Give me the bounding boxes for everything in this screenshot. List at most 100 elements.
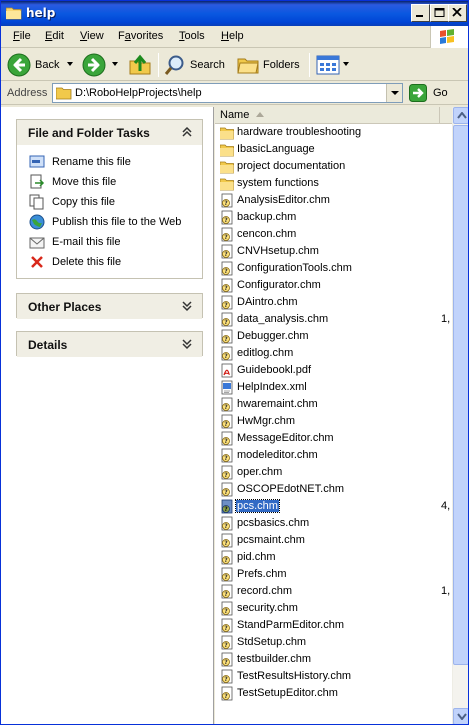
file-row[interactable]: ? TestSetupEditor.chm [215, 685, 452, 702]
svg-text:?: ? [224, 336, 228, 343]
task-rename[interactable]: Rename this file [17, 153, 202, 173]
file-row[interactable]: ? backup.chm [215, 209, 452, 226]
menu-edit[interactable]: Edit [45, 30, 64, 42]
svg-text:?: ? [224, 591, 228, 598]
details-panel: Details [16, 331, 203, 357]
svg-text:?: ? [224, 285, 228, 292]
file-row[interactable]: ? testbuilder.chm [215, 651, 452, 668]
scrollbar-thumb[interactable] [453, 125, 468, 665]
task-email[interactable]: E-mail this file [17, 233, 202, 253]
file-row[interactable]: ? security.chm [215, 600, 452, 617]
panel-title: Other Places [28, 300, 102, 314]
file-name: StandParmEditor.chm [237, 619, 344, 631]
file-row[interactable]: ? Configurator.chm [215, 277, 452, 294]
task-move[interactable]: Move this file [17, 173, 202, 193]
file-row[interactable]: ? StdSetup.chm [215, 634, 452, 651]
file-size: 1, [441, 313, 451, 325]
file-row[interactable]: ? modeleditor.chm [215, 447, 452, 464]
file-name: project documentation [237, 160, 346, 172]
file-row[interactable]: ? Prefs.chm [215, 566, 452, 583]
maximize-button[interactable] [430, 4, 449, 22]
folders-button[interactable]: Folders [237, 52, 300, 78]
file-row[interactable]: ? OSCOPEdotNET.chm [215, 481, 452, 498]
menu-favorites[interactable]: Favorites [118, 30, 163, 42]
file-row[interactable]: ? AnalysisEditor.chm [215, 192, 452, 209]
file-row[interactable]: ? editlog.chm [215, 345, 452, 362]
file-name: data_analysis.chm [237, 313, 329, 325]
file-row[interactable]: ? pid.chm [215, 549, 452, 566]
other-places-header[interactable]: Other Places [17, 294, 202, 319]
file-name: ConfigurationTools.chm [237, 262, 352, 274]
file-row[interactable]: ? ConfigurationTools.chm [215, 260, 452, 277]
file-name: TestSetupEditor.chm [237, 687, 338, 699]
search-button[interactable]: Search [164, 52, 225, 78]
forward-button[interactable] [82, 52, 122, 78]
views-button[interactable] [316, 52, 353, 78]
file-row[interactable]: ? hwaremaint.chm [215, 396, 452, 413]
vertical-scrollbar[interactable] [452, 107, 468, 724]
svg-text:?: ? [224, 353, 228, 360]
file-row[interactable]: IbasicLanguage [215, 141, 452, 158]
file-row[interactable]: hardware troubleshooting [215, 124, 452, 141]
arrow-up-icon [457, 112, 467, 119]
xml-file-icon [221, 380, 233, 395]
file-row[interactable]: ? HwMgr.chm [215, 413, 452, 430]
file-row[interactable]: ? TestResultsHistory.chm [215, 668, 452, 685]
menu-file[interactable]: File [13, 30, 31, 42]
close-button[interactable] [448, 4, 467, 22]
file-row[interactable]: ? StandParmEditor.chm [215, 617, 452, 634]
go-button[interactable]: Go [409, 84, 448, 102]
minimize-button[interactable] [411, 4, 430, 22]
title-bar[interactable]: help [1, 1, 468, 26]
file-row[interactable]: HelpIndex.xml [215, 379, 452, 396]
menu-view[interactable]: View [80, 30, 104, 42]
file-row[interactable]: system functions [215, 175, 452, 192]
task-copy[interactable]: Copy this file [17, 193, 202, 213]
file-row[interactable]: ? cencon.chm [215, 226, 452, 243]
file-row[interactable]: ? Debugger.chm [215, 328, 452, 345]
file-row[interactable]: ? pcsmaint.chm [215, 532, 452, 549]
file-name: AnalysisEditor.chm [237, 194, 330, 206]
scroll-down-button[interactable] [453, 708, 468, 724]
task-publish[interactable]: Publish this file to the Web [17, 213, 202, 233]
back-label: Back [35, 59, 60, 71]
svg-text:?: ? [224, 608, 228, 615]
chm-file-icon: ? [221, 346, 233, 361]
file-name: IbasicLanguage [237, 143, 315, 155]
task-delete[interactable]: Delete this file [17, 253, 202, 273]
svg-text:?: ? [224, 693, 228, 700]
file-row[interactable]: ? DAintro.chm [215, 294, 452, 311]
chevron-down-icon[interactable] [181, 338, 193, 350]
standard-toolbar: Back Search Folders [1, 49, 468, 81]
address-dropdown-button[interactable] [386, 84, 402, 102]
file-name: Prefs.chm [237, 568, 287, 580]
column-header-size[interactable] [441, 107, 452, 124]
task-pane: File and Folder Tasks Rename this file M… [1, 107, 214, 724]
chevron-up-icon[interactable] [181, 126, 193, 138]
menu-help[interactable]: Help [221, 30, 244, 42]
menu-tools[interactable]: Tools [179, 30, 205, 42]
forward-arrow-icon [82, 53, 106, 77]
folder-icon [220, 144, 234, 157]
file-row[interactable]: Guidebookl.pdf [215, 362, 452, 379]
file-row[interactable]: ? CNVHsetup.chm [215, 243, 452, 260]
scroll-up-button[interactable] [453, 107, 468, 124]
file-row[interactable]: ? pcs.chm 4, [215, 498, 452, 515]
address-field[interactable]: D:\RoboHelpProjects\help [52, 83, 403, 103]
file-folder-tasks-header[interactable]: File and Folder Tasks [17, 120, 202, 145]
file-row[interactable]: ? record.chm 1, [215, 583, 452, 600]
close-icon [452, 8, 462, 17]
details-header[interactable]: Details [17, 332, 202, 357]
chevron-down-icon[interactable] [181, 300, 193, 312]
up-folder-button[interactable] [128, 52, 152, 78]
file-row[interactable]: ? data_analysis.chm 1, [215, 311, 452, 328]
file-row[interactable]: ? MessageEditor.chm [215, 430, 452, 447]
file-row[interactable]: project documentation [215, 158, 452, 175]
file-row[interactable]: ? pcsbasics.chm [215, 515, 452, 532]
back-button[interactable]: Back [7, 52, 77, 78]
file-name: Debugger.chm [237, 330, 309, 342]
column-header-name[interactable]: Name [215, 107, 440, 124]
file-row[interactable]: ? oper.chm [215, 464, 452, 481]
chm-file-icon: ? [221, 567, 233, 582]
file-name: editlog.chm [237, 347, 294, 359]
